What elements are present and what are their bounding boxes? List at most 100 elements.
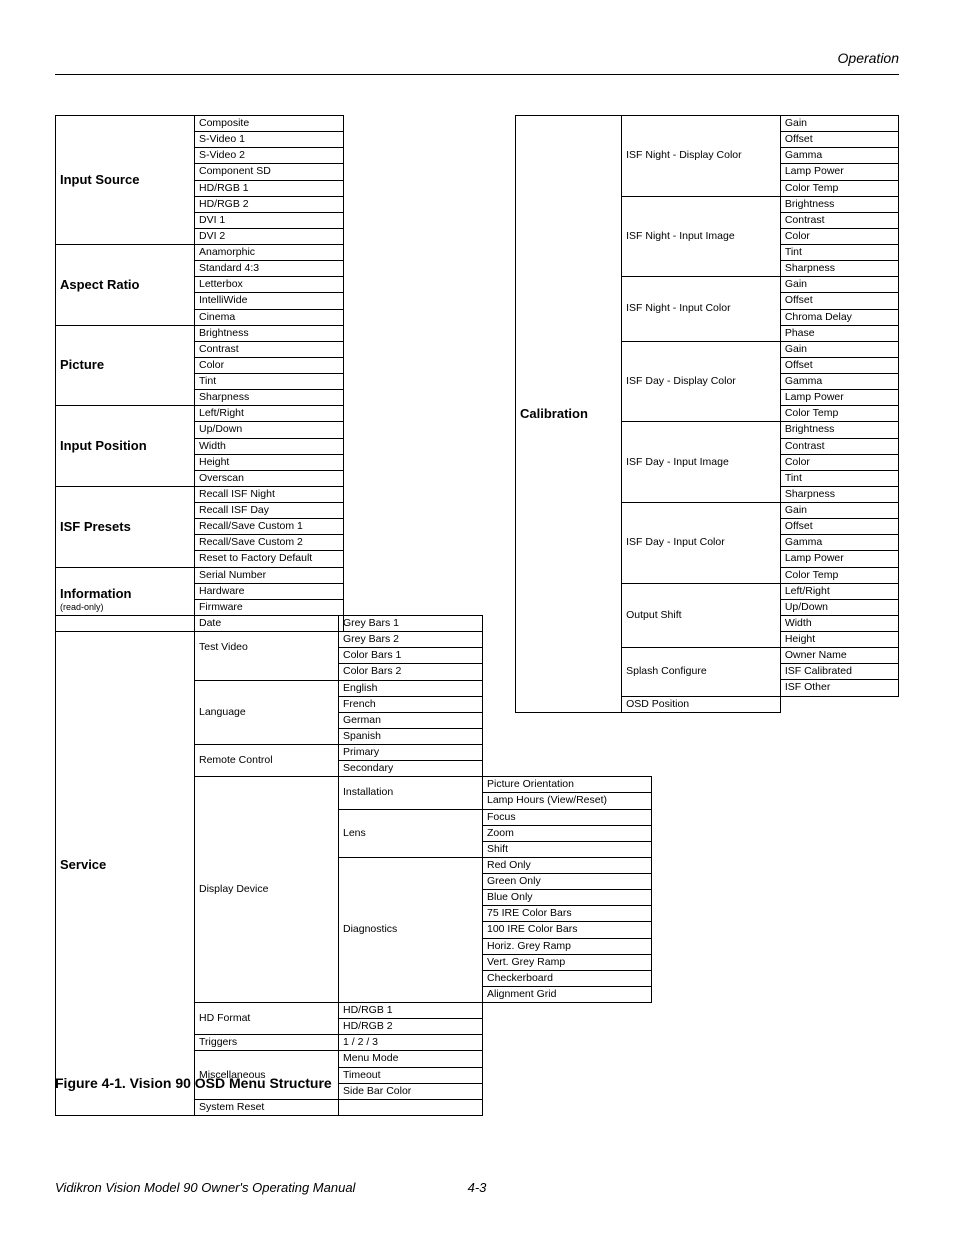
footer-manual-title: Vidikron Vision Model 90 Owner's Operati… bbox=[55, 1180, 355, 1195]
menu-item: Recall/Save Custom 2 bbox=[195, 535, 344, 551]
service-item: Lens bbox=[339, 809, 483, 857]
service-subgroup: Triggers bbox=[195, 1035, 339, 1051]
calibration-item: Color bbox=[780, 228, 898, 244]
calibration-item: Brightness bbox=[780, 196, 898, 212]
service-subgroup: Test Video bbox=[195, 616, 339, 681]
service-item: Menu Mode bbox=[339, 1051, 483, 1067]
calibration-item: Up/Down bbox=[780, 599, 898, 615]
footer-page-number: 4-3 bbox=[468, 1180, 487, 1195]
menu-item: Brightness bbox=[195, 325, 344, 341]
service-subgroup: HD Format bbox=[195, 1003, 339, 1035]
header-section: Operation bbox=[55, 50, 899, 66]
calibration-item: Color Temp bbox=[780, 406, 898, 422]
menu-item: Tint bbox=[195, 374, 344, 390]
calibration-item: Owner Name bbox=[780, 648, 898, 664]
tables-area: Input SourceCompositeS-Video 1S-Video 2C… bbox=[55, 115, 899, 1065]
menu-item: Height bbox=[195, 454, 344, 470]
service-subitem: 75 IRE Color Bars bbox=[483, 906, 652, 922]
calibration-item: Gain bbox=[780, 503, 898, 519]
calibration-item: Width bbox=[780, 615, 898, 631]
service-item: HD/RGB 1 bbox=[339, 1003, 483, 1019]
footer: Vidikron Vision Model 90 Owner's Operati… bbox=[55, 1180, 899, 1195]
calibration-header: Calibration bbox=[516, 116, 622, 713]
calibration-item: Left/Right bbox=[780, 583, 898, 599]
calibration-subgroup: ISF Night - Input Color bbox=[622, 277, 781, 342]
service-item: Spanish bbox=[339, 728, 483, 744]
calibration-item: Gain bbox=[780, 341, 898, 357]
service-subitem: Focus bbox=[483, 809, 652, 825]
calibration-subgroup: Output Shift bbox=[622, 583, 781, 648]
menu-item: Letterbox bbox=[195, 277, 344, 293]
service-subitem: 100 IRE Color Bars bbox=[483, 922, 652, 938]
calibration-subgroup: ISF Day - Display Color bbox=[622, 341, 781, 422]
service-item: Diagnostics bbox=[339, 857, 483, 1002]
service-item: Side Bar Color bbox=[339, 1083, 483, 1099]
calibration-item: Contrast bbox=[780, 212, 898, 228]
calibration-item: Offset bbox=[780, 519, 898, 535]
menu-item: HD/RGB 2 bbox=[195, 196, 344, 212]
menu-item: Color bbox=[195, 357, 344, 373]
menu-item: Sharpness bbox=[195, 390, 344, 406]
calibration-subgroup: Splash Configure bbox=[622, 648, 781, 696]
service-subitem: Zoom bbox=[483, 825, 652, 841]
menu-group-header: Input Position bbox=[56, 406, 195, 487]
calibration-subgroup: OSD Position bbox=[622, 696, 781, 712]
calibration-item: Tint bbox=[780, 470, 898, 486]
calibration-item: Offset bbox=[780, 132, 898, 148]
service-subitem: Red Only bbox=[483, 857, 652, 873]
calibration-item: Sharpness bbox=[780, 486, 898, 502]
calibration-item: Color Temp bbox=[780, 567, 898, 583]
menu-item: Recall/Save Custom 1 bbox=[195, 519, 344, 535]
left-menu-table: Input SourceCompositeS-Video 1S-Video 2C… bbox=[55, 115, 344, 632]
service-subgroup: System Reset bbox=[195, 1099, 339, 1115]
service-item: Primary bbox=[339, 745, 483, 761]
menu-group-header: ISF Presets bbox=[56, 486, 195, 567]
menu-item: Recall ISF Day bbox=[195, 503, 344, 519]
calibration-subgroup: ISF Day - Input Color bbox=[622, 503, 781, 584]
menu-item: S-Video 2 bbox=[195, 148, 344, 164]
service-subitem: Checkerboard bbox=[483, 970, 652, 986]
menu-item: HD/RGB 1 bbox=[195, 180, 344, 196]
menu-item: Up/Down bbox=[195, 422, 344, 438]
service-item bbox=[339, 1099, 483, 1115]
service-subgroup: Remote Control bbox=[195, 745, 339, 777]
calibration-subgroup: ISF Night - Input Image bbox=[622, 196, 781, 277]
calibration-item: ISF Calibrated bbox=[780, 664, 898, 680]
calibration-item: Color bbox=[780, 454, 898, 470]
menu-item: Recall ISF Night bbox=[195, 486, 344, 502]
menu-item: Composite bbox=[195, 116, 344, 132]
service-subitem: Horiz. Grey Ramp bbox=[483, 938, 652, 954]
calibration-item: Phase bbox=[780, 325, 898, 341]
calibration-item: Color Temp bbox=[780, 180, 898, 196]
service-subgroup: Miscellaneous bbox=[195, 1051, 339, 1099]
menu-item: Serial Number bbox=[195, 567, 344, 583]
calibration-item: ISF Other bbox=[780, 680, 898, 696]
menu-item: Width bbox=[195, 438, 344, 454]
menu-item: Component SD bbox=[195, 164, 344, 180]
menu-item: Contrast bbox=[195, 341, 344, 357]
service-item: Color Bars 2 bbox=[339, 664, 483, 680]
menu-item: Firmware bbox=[195, 599, 344, 615]
service-subitem: Picture Orientation bbox=[483, 777, 652, 793]
menu-item: IntelliWide bbox=[195, 293, 344, 309]
calibration-item: Gamma bbox=[780, 535, 898, 551]
service-item: HD/RGB 2 bbox=[339, 1019, 483, 1035]
service-item: Grey Bars 1 bbox=[339, 616, 483, 632]
service-item: German bbox=[339, 712, 483, 728]
menu-item: DVI 2 bbox=[195, 228, 344, 244]
service-item: 1 / 2 / 3 bbox=[339, 1035, 483, 1051]
calibration-item: Offset bbox=[780, 357, 898, 373]
calibration-item: Lamp Power bbox=[780, 164, 898, 180]
menu-item: Hardware bbox=[195, 583, 344, 599]
menu-group-header: Aspect Ratio bbox=[56, 245, 195, 326]
menu-item: Left/Right bbox=[195, 406, 344, 422]
calibration-item: Gamma bbox=[780, 374, 898, 390]
menu-item: S-Video 1 bbox=[195, 132, 344, 148]
service-item: English bbox=[339, 680, 483, 696]
header-rule bbox=[55, 74, 899, 75]
service-item: French bbox=[339, 696, 483, 712]
menu-item: Overscan bbox=[195, 470, 344, 486]
service-subitem: Alignment Grid bbox=[483, 986, 652, 1002]
calibration-item: Gain bbox=[780, 277, 898, 293]
calibration-item: Lamp Power bbox=[780, 551, 898, 567]
